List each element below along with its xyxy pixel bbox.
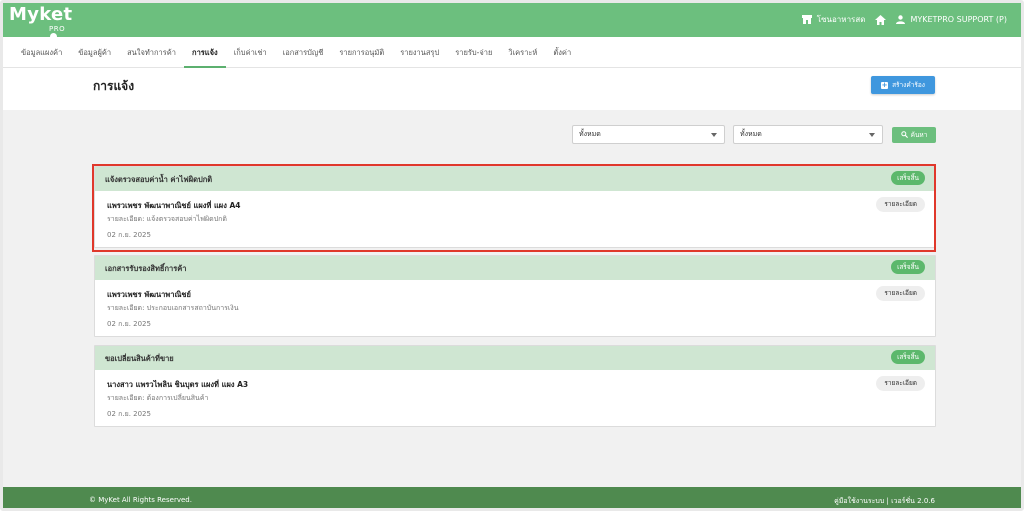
card-header: แจ้งตรวจสอบค่าน้ำ ค่าไฟผิดปกติ เสร็จสิ้น: [95, 167, 935, 191]
footer: © MyKet All Rights Reserved. คู่มือใช้งา…: [3, 487, 1021, 508]
plus-icon: +: [881, 80, 889, 89]
tab-approvals[interactable]: รายการอนุมัติ: [331, 37, 392, 68]
request-detail: รายละเอียด: ประกอบเอกสารสถาบันการเงิน: [107, 304, 239, 312]
tab-interested[interactable]: สนใจทำการค้า: [119, 37, 184, 68]
card-body: นางสาว แพรวไพลิน ชินบุตร แผงที่ แผง A3 ร…: [95, 370, 935, 426]
chevron-down-icon: [869, 133, 875, 137]
detail-button[interactable]: รายละเอียด: [876, 197, 925, 212]
header-actions: โซนอาหารสด MYKETPRO SUPPORT (P): [801, 13, 1007, 26]
status-badge: เสร็จสิ้น: [891, 171, 925, 185]
footer-links[interactable]: คู่มือใช้งานระบบ | เวอร์ชั่น 2.0.6: [834, 496, 935, 507]
shop-selector[interactable]: โซนอาหารสด: [801, 13, 866, 26]
tab-income-expense[interactable]: รายรับ-จ่าย: [447, 37, 500, 68]
request-date: 02 ก.ย. 2025: [107, 320, 151, 328]
home-button[interactable]: [875, 14, 887, 25]
card-body: แพรวเพชร พัฒนาพาณิชย์ รายละเอียด: ประกอบ…: [95, 280, 935, 336]
tab-settings[interactable]: ตั้งค่า: [545, 37, 579, 68]
shop-label: โซนอาหารสด: [816, 15, 866, 24]
filter-select-2[interactable]: ทั้งหมด: [733, 125, 883, 144]
tab-accounting-docs[interactable]: เอกสารบัญชี: [275, 37, 332, 68]
status-badge: เสร็จสิ้น: [891, 260, 925, 274]
filter-select-1[interactable]: ทั้งหมด: [572, 125, 725, 144]
search-icon: [900, 130, 908, 140]
page-title: การแจ้ง: [93, 79, 135, 93]
card-header: เอกสารรับรองสิทธิ์การค้า เสร็จสิ้น: [95, 256, 935, 280]
nav-tabs: ข้อมูลแผงค้า ข้อมูลผู้ค้า สนใจทำการค้า ก…: [13, 37, 579, 68]
copyright-text: © MyKet All Rights Reserved.: [89, 496, 192, 504]
logo-sub-text: PRO: [49, 25, 66, 33]
top-header: Myket PRO โซนอาหารสด MYKETPRO SUPPORT (P…: [3, 3, 1021, 40]
tab-summary-report[interactable]: รายงานสรุป: [392, 37, 447, 68]
main-nav: ข้อมูลแผงค้า ข้อมูลผู้ค้า สนใจทำการค้า ก…: [3, 37, 1021, 68]
filter-select-1-value: ทั้งหมด: [579, 130, 601, 138]
card-title: เอกสารรับรองสิทธิ์การค้า: [105, 264, 187, 273]
status-badge: เสร็จสิ้น: [891, 350, 925, 364]
request-card: เอกสารรับรองสิทธิ์การค้า เสร็จสิ้น แพรวเ…: [94, 255, 936, 337]
request-card: ขอเปลี่ยนสินค้าที่ขาย เสร็จสิ้น นางสาว แ…: [94, 345, 936, 427]
search-label: ค้นหา: [910, 131, 928, 139]
create-request-label: สร้างคำร้อง: [892, 81, 925, 89]
store-icon: [801, 15, 812, 24]
vendor-name: นางสาว แพรวไพลิน ชินบุตร แผงที่ แผง A3: [107, 380, 249, 389]
user-label: MYKETPRO SUPPORT (P): [910, 15, 1007, 24]
app-logo[interactable]: Myket PRO: [9, 4, 73, 40]
vendor-name: แพรวเพชร พัฒนาพาณิชย์ แผงที่ แผง A4: [107, 201, 241, 210]
tab-notifications[interactable]: การแจ้ง: [184, 37, 226, 68]
card-header: ขอเปลี่ยนสินค้าที่ขาย เสร็จสิ้น: [95, 346, 935, 370]
request-detail: รายละเอียด: แจ้งตรวจสอบค่าไฟผิดปกติ: [107, 215, 227, 223]
detail-button[interactable]: รายละเอียด: [876, 376, 925, 391]
search-button[interactable]: ค้นหา: [892, 127, 936, 143]
logo-text: Myket: [9, 4, 73, 25]
tab-analysis[interactable]: วิเคราะห์: [500, 37, 545, 68]
tab-vendor-info[interactable]: ข้อมูลผู้ค้า: [70, 37, 119, 68]
vendor-name: แพรวเพชร พัฒนาพาณิชย์: [107, 290, 191, 299]
request-date: 02 ก.ย. 2025: [107, 231, 151, 239]
create-request-button[interactable]: + สร้างคำร้อง: [871, 76, 935, 94]
card-title: แจ้งตรวจสอบค่าน้ำ ค่าไฟผิดปกติ: [105, 175, 213, 184]
home-icon: [875, 14, 887, 25]
user-icon: [896, 15, 906, 24]
request-date: 02 ก.ย. 2025: [107, 410, 151, 418]
filter-select-2-value: ทั้งหมด: [740, 130, 762, 138]
detail-button[interactable]: รายละเอียด: [876, 286, 925, 301]
tab-stall-info[interactable]: ข้อมูลแผงค้า: [13, 37, 70, 68]
card-title: ขอเปลี่ยนสินค้าที่ขาย: [105, 354, 174, 363]
app-window: Myket PRO โซนอาหารสด MYKETPRO SUPPORT (P…: [0, 0, 1024, 511]
tab-rent-collection[interactable]: เก็บค่าเช่า: [226, 37, 275, 68]
user-menu[interactable]: MYKETPRO SUPPORT (P): [896, 15, 1007, 24]
chevron-down-icon: [711, 133, 717, 137]
page-header: [3, 68, 1021, 110]
request-card: แจ้งตรวจสอบค่าน้ำ ค่าไฟผิดปกติ เสร็จสิ้น…: [94, 166, 936, 248]
request-detail: รายละเอียด: ต้องการเปลี่ยนสินค้า: [107, 394, 209, 402]
card-body: แพรวเพชร พัฒนาพาณิชย์ แผงที่ แผง A4 รายล…: [95, 191, 935, 247]
